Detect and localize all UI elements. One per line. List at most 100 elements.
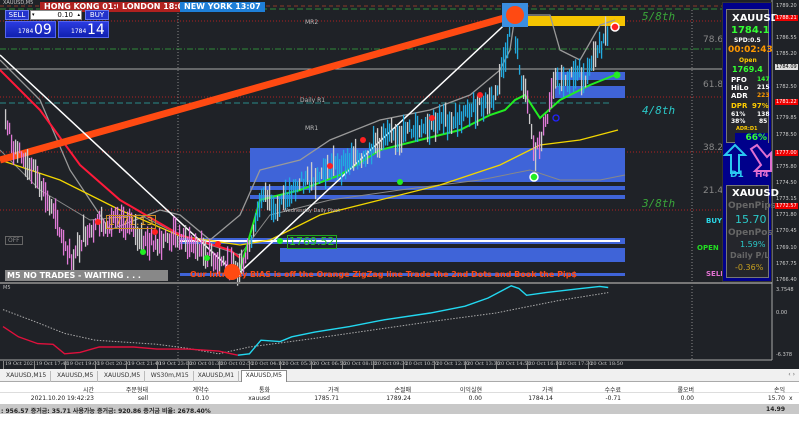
candle	[580, 67, 583, 96]
candle	[532, 135, 535, 161]
candle	[200, 230, 203, 257]
candle	[594, 41, 597, 68]
time-tick-label: 19 Oct 19:00	[64, 361, 100, 369]
candle	[464, 104, 467, 117]
candle	[32, 159, 35, 171]
tab-chart[interactable]: XAUUSD,M5	[100, 371, 146, 382]
candle	[560, 64, 563, 92]
tab-chart[interactable]: XAUUSD,M1	[194, 371, 240, 382]
candle	[470, 103, 473, 118]
bid-price-prefix: 1784	[18, 28, 34, 35]
candle	[76, 232, 79, 257]
candle	[342, 149, 345, 167]
price-tick-label: 1779.85	[776, 115, 797, 122]
candle	[424, 116, 427, 135]
candle	[20, 151, 23, 164]
candle	[412, 125, 415, 138]
zigzag-high-dot	[506, 6, 524, 24]
tab-chart[interactable]: XAUUSD,M15	[2, 371, 52, 382]
info-spread: SPD:0.5	[734, 37, 761, 44]
price-tick-label: 1782.50	[776, 83, 797, 90]
candle	[556, 67, 559, 88]
price-tick-label: 1788.21	[775, 14, 798, 21]
candle	[204, 239, 207, 269]
trade-status-box: M5 NO TRADES - WAITING . . .	[5, 270, 168, 281]
candle	[320, 167, 323, 180]
candle	[386, 119, 389, 146]
candle	[80, 239, 83, 252]
price-tick-label: 1784.09	[775, 64, 798, 71]
chart-canvas	[0, 0, 773, 361]
time-tick-label: 20 Oct 18:50	[588, 361, 624, 369]
candle	[578, 58, 581, 78]
candle	[176, 235, 179, 248]
candle	[516, 38, 519, 60]
window-title: XAUUSD,M5	[3, 0, 34, 6]
off-toggle[interactable]: OFF	[5, 236, 23, 245]
candle	[460, 111, 463, 134]
candle	[440, 112, 443, 124]
candle	[152, 240, 155, 252]
open-pips-label: OpenPips	[728, 201, 777, 211]
candle	[26, 149, 29, 181]
ask-price-button[interactable]: 1784 14	[58, 21, 109, 38]
candle	[244, 252, 247, 264]
fib-61-8: 61.8	[703, 80, 724, 90]
price-chart[interactable]: XAUUSD,M5 HONG KONG 01:07 LONDON 18:07 N…	[0, 0, 799, 369]
lot-increase-icon[interactable]: ▴	[77, 11, 80, 19]
candle	[62, 229, 65, 256]
open-pips-value: 15.70	[735, 213, 767, 226]
candle	[292, 179, 295, 193]
candle	[598, 31, 601, 54]
price-tick-label: 1786.55	[776, 34, 797, 41]
candle	[496, 85, 499, 96]
candle	[186, 236, 189, 259]
candle	[492, 95, 495, 110]
info-38-label: 38%	[731, 118, 746, 125]
time-tick-label: 19 Oct 21:40	[126, 361, 162, 369]
candle	[144, 231, 147, 247]
price-tick-label: 1766.40	[776, 277, 797, 284]
candle	[248, 240, 251, 252]
lot-value: 0.10	[57, 11, 73, 19]
candle	[458, 104, 461, 125]
candle	[358, 152, 361, 166]
candle	[382, 123, 385, 151]
candle	[74, 245, 77, 259]
oscillator-tick-label: -6.378	[776, 352, 793, 358]
candle	[332, 145, 335, 177]
pips-symbol: XAUUSD	[732, 188, 779, 199]
tab-chart[interactable]: XAUUSD,M5	[240, 370, 287, 382]
candle	[372, 125, 375, 154]
info-open-label: Open	[739, 57, 757, 64]
tab-chart[interactable]: WS30m,M15	[147, 371, 194, 382]
lot-size-input[interactable]: ▾ 0.10 ▴	[30, 10, 82, 20]
close-order-icon[interactable]: x	[789, 395, 793, 402]
candle	[418, 125, 421, 138]
lot-decrease-icon[interactable]: ▾	[32, 11, 35, 19]
candle	[50, 198, 53, 214]
candle	[500, 57, 503, 78]
candle	[368, 142, 371, 155]
candle	[546, 113, 549, 124]
candle	[318, 171, 321, 185]
candle	[366, 150, 369, 164]
candle	[486, 94, 489, 115]
candle	[572, 61, 575, 92]
table-row[interactable]: 2021.10.20 19:42:23 sell 0.10 xauusd 1785.71…	[0, 393, 799, 403]
tab-chart[interactable]: XAUUSD,M5	[53, 371, 99, 382]
candle	[8, 122, 11, 135]
daily-pl-value: -0.36%	[735, 263, 764, 272]
candle	[78, 235, 81, 263]
signal-open: OPEN	[697, 244, 719, 252]
buy-button[interactable]: BUY	[85, 10, 109, 20]
sell-button[interactable]: SELL	[5, 10, 29, 20]
info-adr-label: ADR	[731, 92, 748, 100]
time-tick-label: 20 Oct 02:50	[218, 361, 254, 369]
bid-price-button[interactable]: 1784 09	[5, 21, 56, 38]
candle	[86, 225, 89, 246]
candle	[574, 59, 577, 89]
tab-scroll-icon[interactable]: ‹ ›	[788, 371, 795, 378]
candle	[16, 141, 19, 163]
time-tick-label: 20 Oct 13:30	[465, 361, 500, 369]
